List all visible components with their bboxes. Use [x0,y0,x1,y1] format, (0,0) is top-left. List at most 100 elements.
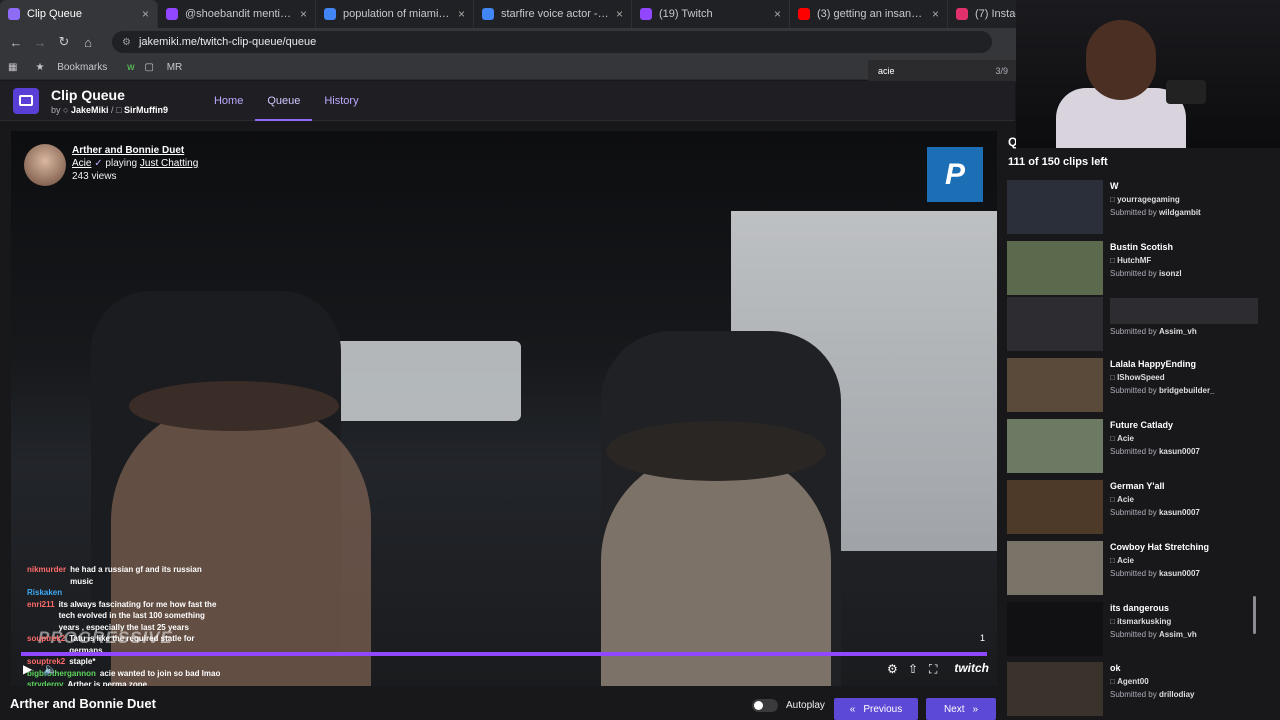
queue-item-text: W □ yourragegaming Submitted by wildgambit [1110,180,1260,219]
browser-tab[interactable]: population of miami dade cou × [316,0,474,28]
share-icon[interactable]: ⇧ [908,662,918,676]
submitter-name: Assim_vh [1158,327,1197,336]
clip-title: W [1110,181,1119,191]
chat-icon: □ [1110,556,1115,565]
play-icon[interactable]: ▶ [23,662,32,676]
clip-info: Arther and Bonnie Duet Acie ✓ playing Ju… [24,144,198,186]
video-player[interactable]: Arther and Bonnie Duet Acie ✓ playing Ju… [11,131,997,686]
browser-tab[interactable]: starfire voice actor - Google S × [474,0,632,28]
autoplay-toggle[interactable]: Autoplay [752,699,825,712]
chat-icon: □ [1110,434,1115,443]
bookmark-item[interactable]: ▢ MR [144,62,182,73]
clip-thumbnail[interactable] [1007,358,1103,412]
settings-gear-icon[interactable]: ⚙ [887,662,898,676]
browser-tab[interactable]: (3) getting an insane glute pu × [790,0,948,28]
tab-favicon-icon [166,8,178,20]
chat-username: enri211 [27,599,55,609]
video-scene [606,421,826,481]
toggle-switch[interactable] [752,699,778,712]
close-icon[interactable]: × [932,7,939,21]
close-icon[interactable]: × [458,7,465,21]
streamer-name: Acie [1117,556,1134,565]
close-icon[interactable]: × [616,7,623,21]
channel-avatar[interactable] [24,144,66,186]
chat-icon: □ [116,104,122,115]
close-icon[interactable]: × [774,7,781,21]
nav-queue[interactable]: Queue [255,81,313,121]
clip-title: German Y'all [1110,481,1165,491]
bookmark-item[interactable]: ★ Bookmarks [35,62,107,73]
queue-item[interactable]: its dangerous □ itsmarkusking Submitted by… [1007,602,1262,658]
clip-queue-logo-icon[interactable] [13,87,39,114]
apps-icon[interactable]: ▦ [8,62,17,73]
clip-thumbnail[interactable] [1007,541,1103,595]
clip-thumbnail[interactable] [1007,480,1103,534]
close-icon[interactable]: × [142,7,149,21]
url-field[interactable]: ⚙ jakemiki.me/twitch-clip-queue/queue [112,31,992,53]
queue-item[interactable]: Future Catlady □ Acie Submitted by kasun00… [1007,419,1262,475]
tab-favicon-icon [8,8,20,20]
game-link[interactable]: Just Chatting [140,158,198,169]
reload-icon[interactable]: ↻ [52,34,76,50]
browser-tab[interactable]: (19) Twitch × [632,0,790,28]
submitter-name: kasun0007 [1158,447,1200,456]
queue-position: 1 [979,633,985,643]
author-link[interactable]: JakeMiki [71,105,109,115]
volume-icon[interactable]: 🔈 [43,662,58,676]
find-bar[interactable]: acie 3/9 [868,60,1018,82]
tab-favicon-icon [640,8,652,20]
queue-item[interactable]: W □ yourragegaming Submitted by wildgambit [1007,180,1262,236]
queue-item[interactable]: Cowboy Hat Stretching □ Acie Submitted by … [1007,541,1262,597]
clip-meta: Arther and Bonnie Duet Acie ✓ playing Ju… [72,144,199,182]
home-icon[interactable]: ⌂ [76,35,100,50]
queue-panel: Q 111 of 150 clips left W □ yourragegamin… [1003,131,1280,720]
clip-thumbnail[interactable] [1007,662,1103,716]
twitch-logo[interactable]: twitch [954,661,989,675]
clip-thumbnail[interactable] [1007,241,1103,295]
nav-history[interactable]: History [312,81,370,121]
app-header: Clip Queue by ○ JakeMiki / □ SirMuffin9 … [0,81,1015,121]
browser-tab[interactable]: Clip Queue × [0,0,158,28]
close-icon[interactable]: × [300,7,307,21]
submitter-name: kasun0007 [1158,569,1200,578]
nav-home[interactable]: Home [202,81,255,121]
chat-icon: □ [1110,617,1115,626]
clip-thumbnail[interactable] [1007,419,1103,473]
queue-item[interactable]: Lalala HappyEnding □ IShowSpeed Submitted … [1007,358,1262,414]
tab-title: @shoebandit mentioned y [185,8,294,20]
channel-link[interactable]: Acie [72,158,91,169]
video-scene [331,341,521,421]
chat-username: bigbrothergannon [27,668,96,678]
clip-thumbnail[interactable] [1007,180,1103,234]
scrollbar[interactable] [1253,596,1256,634]
submitter-name: wildgambit [1158,208,1201,217]
channel-badge-logo: P [927,147,983,202]
tab-title: (3) getting an insane glute pu [817,8,926,20]
fullscreen-icon[interactable]: ⛶ [929,662,937,677]
clip-title-link[interactable]: Arther and Bonnie Duet [72,144,198,157]
submitter-name: bridgebuilder_ [1158,386,1215,395]
progress-bar[interactable] [21,652,987,656]
browser-tab[interactable]: @shoebandit mentioned y × [158,0,316,28]
clip-title: its dangerous [1110,603,1170,613]
chat-icon: □ [1110,256,1115,265]
forward-icon[interactable]: → [28,35,52,50]
queue-item[interactable]: German Y'all □ Acie Submitted by kasun0007 [1007,480,1262,536]
find-query[interactable]: acie [878,66,895,76]
view-count: 243 views [72,171,117,182]
clip-thumbnail[interactable] [1007,602,1103,656]
clip-title: ok [1110,663,1121,673]
queue-item[interactable]: Bustin Scotish □ HutchMF Submitted by ison… [1007,241,1262,297]
clip-thumbnail[interactable] [1007,297,1103,351]
back-icon[interactable]: ← [4,35,28,50]
bookmark-item[interactable]: w [117,62,134,73]
previous-button[interactable]: « Previous [834,698,918,720]
queue-item[interactable]: ok □ Agent00 Submitted by drillodiay [1007,662,1262,718]
chat-icon: □ [1110,373,1115,382]
author-link[interactable]: SirMuffin9 [124,105,168,115]
site-info-icon[interactable]: ⚙ [122,37,131,48]
queue-item-text: Lalala HappyEnding □ IShowSpeed Submitted … [1110,358,1260,397]
queue-item[interactable]: Submitted by Assim_vh [1007,297,1262,353]
verified-icon: ✓ [94,158,103,169]
next-button[interactable]: Next » [926,698,996,720]
